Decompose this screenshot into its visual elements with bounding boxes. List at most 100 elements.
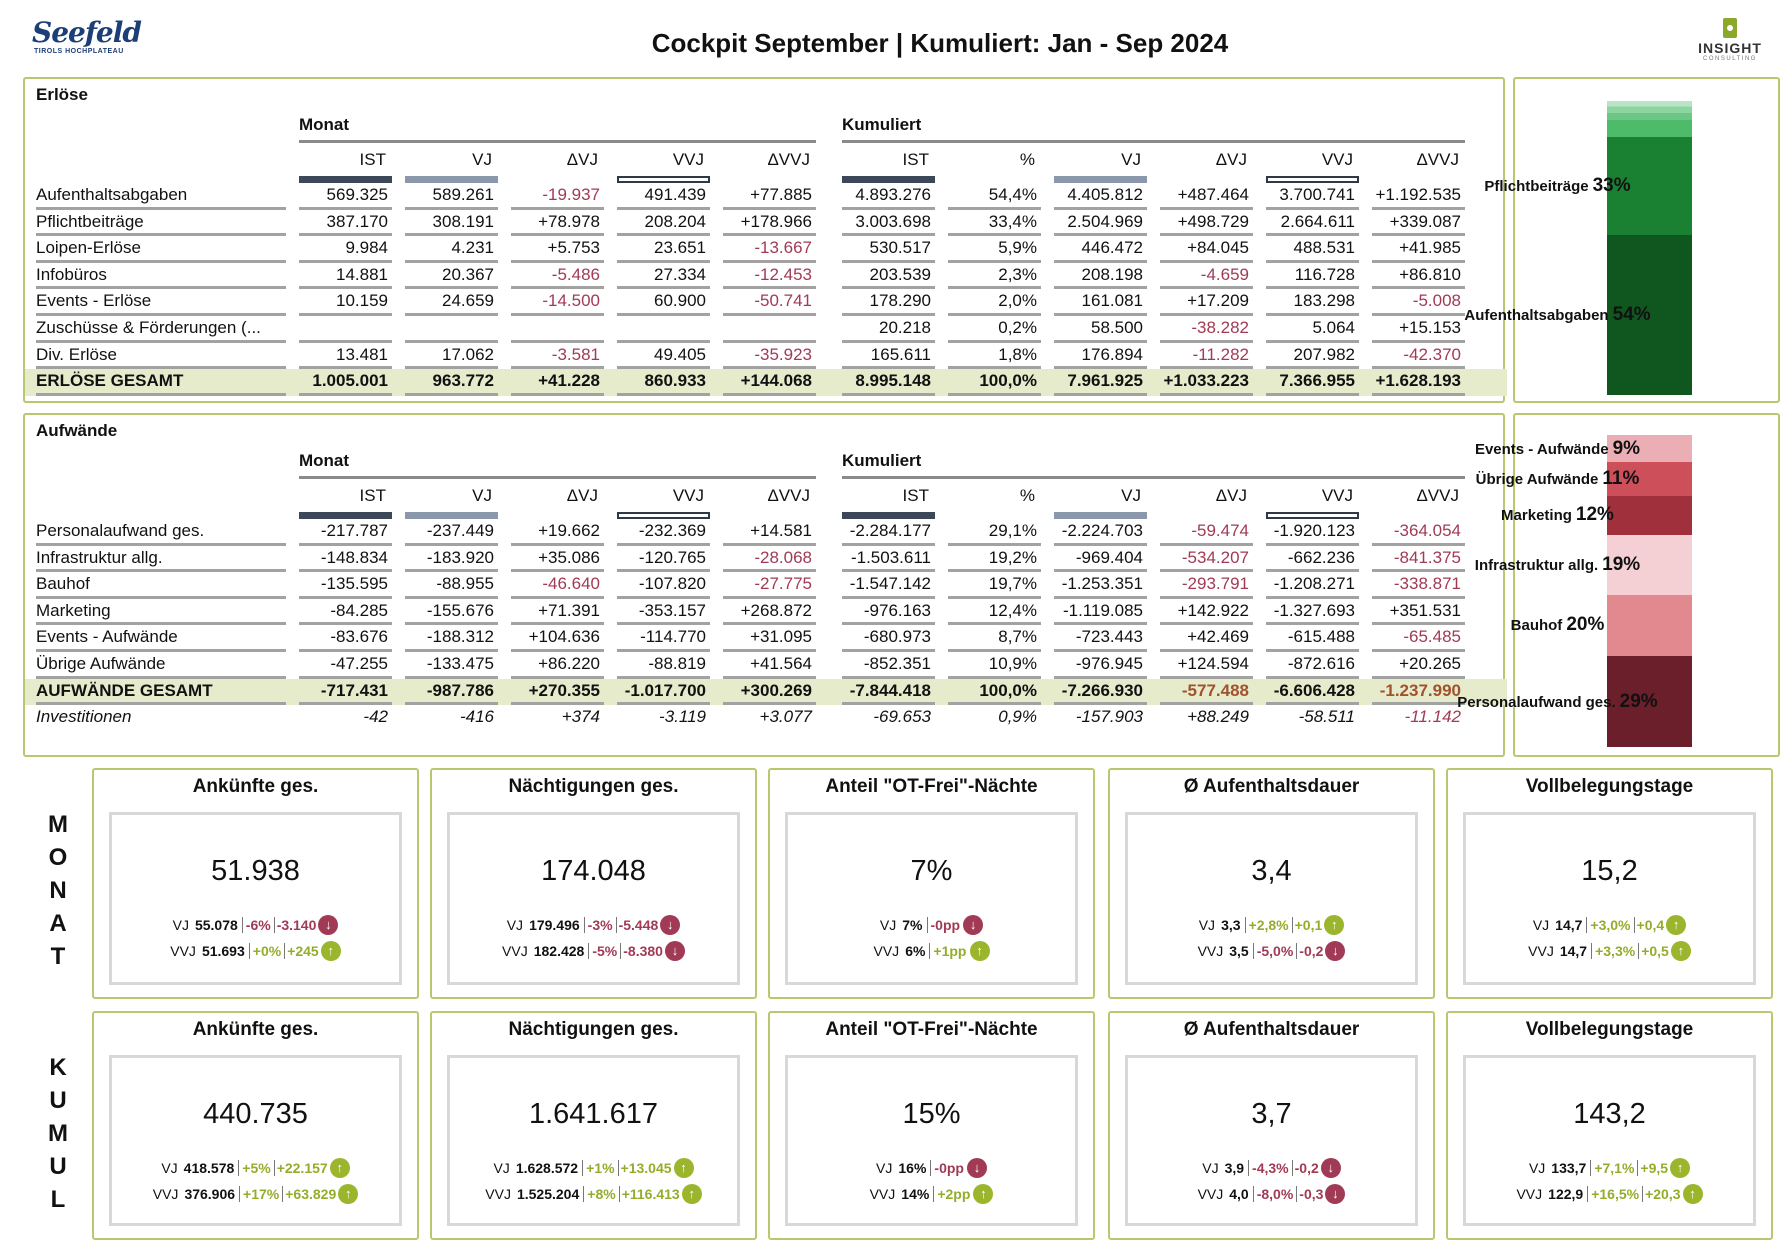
- kpi-comparison: VJ 7% -0pp ↓: [788, 915, 1075, 935]
- cell-monat: +14.581: [723, 519, 816, 546]
- cell-monat: [405, 316, 498, 343]
- comparison-value: 3,3: [1221, 917, 1246, 933]
- cell-kumuliert: 183.298: [1266, 289, 1359, 316]
- kpi-value: 15%: [902, 1098, 961, 1130]
- comparison-label: VJ: [172, 917, 189, 933]
- cell-monat: -5.486: [511, 263, 604, 290]
- arrow-down-icon: ↓: [966, 1158, 987, 1178]
- cell-kumuliert: 203.539: [842, 263, 935, 290]
- table-row: Bauhof -135.595 -88.955 -46.640 -107.820 -27.…: [36, 572, 1506, 599]
- kpi-comparison: VJ 3,3 +2,8% +0,1 ↑: [1128, 915, 1415, 935]
- row-label: Zuschüsse & Förderungen (...: [36, 316, 286, 343]
- cell-monat: +374: [561, 707, 600, 727]
- arrow-up-icon: ↑: [969, 941, 990, 961]
- segment-name: Marketing: [1501, 507, 1572, 525]
- cell-monat: 387.170: [299, 210, 392, 237]
- column-indicator: [1266, 176, 1359, 183]
- cell-kumuliert: 19,7%: [948, 572, 1041, 599]
- cell-monat: -148.834: [299, 546, 392, 573]
- kpi-inner-box: 7% VJ 7% -0pp ↓ VVJ 6% +1pp ↑: [785, 812, 1078, 985]
- cell-monat: -232.369: [617, 519, 710, 546]
- segment-name: Events - Aufwände: [1474, 440, 1609, 458]
- erloese-share-chart: Aufenthaltsabgaben 54% Pflichtbeiträge 33%: [1464, 77, 1780, 403]
- cell-kumuliert: +20.265: [1372, 652, 1465, 679]
- cell-monat: -120.765: [617, 546, 710, 573]
- comparison-label: VVJ: [502, 943, 528, 959]
- cell-kumuliert: 176.894: [1054, 343, 1147, 370]
- comparison-diff: -3.140: [276, 917, 317, 933]
- comparison-label: VVJ: [869, 1186, 896, 1202]
- cell-kumuliert: 4.405.812: [1054, 183, 1147, 210]
- cell-monat: +86.220: [511, 652, 604, 679]
- comparison-percent: +3,0%: [1587, 917, 1635, 933]
- comparison-label: VJ: [1528, 1160, 1546, 1176]
- table-row: Personalaufwand ges. -217.787 -237.449 +19.…: [36, 519, 1506, 546]
- kpi-title: Anteil "OT-Frei"-Nächte: [825, 776, 1038, 797]
- comparison-percent: +1pp: [933, 943, 967, 959]
- cell-kumuliert: 207.982: [1266, 343, 1359, 370]
- cell-kumuliert: -2.284.177: [842, 519, 935, 546]
- kpi-value: 3,4: [1251, 855, 1292, 887]
- logo-subtitle: TIROLS HOCHPLATEAU: [34, 48, 124, 55]
- kpi-value: 174.048: [541, 855, 646, 887]
- kpi-title: Ankünfte ges.: [192, 776, 319, 797]
- cell-monat: +35.086: [511, 546, 604, 573]
- segment-label: Pflichtbeiträge 33%: [1395, 175, 1720, 197]
- data-table: Monat Kumuliert IST VJ ΔVJ VVJ ΔVVJ IST% VJ ΔVJ VV…: [25, 115, 1507, 396]
- kpi-card: Ø Aufenthaltsdauer 3,7 VJ 3,9 -4,3% -0,2 ↓ VVJ 4…: [1108, 1011, 1435, 1240]
- kpi-card: Vollbelegungstage 143,2 VJ 133,7 +7,1% +9,5 ↑ V…: [1446, 1011, 1773, 1240]
- column-indicator-row: [36, 173, 1506, 183]
- bar-segment: [1607, 119, 1692, 137]
- cell-kumuliert: 10,9%: [948, 652, 1041, 679]
- arrow-up-icon: ↑: [1670, 941, 1691, 961]
- bar-segment: [1607, 106, 1692, 107]
- column-header: VJ: [472, 150, 492, 169]
- column-header: VVJ: [1321, 150, 1353, 169]
- cell-monat: -188.312: [405, 625, 498, 652]
- cell-monat: 589.261: [405, 183, 498, 210]
- cell-kumuliert: -1.547.142: [842, 572, 935, 599]
- comparison-diff: +13.045: [620, 1160, 672, 1176]
- column-header: VJ: [1121, 486, 1141, 505]
- segment-name: Übrige Aufwände: [1475, 471, 1599, 489]
- comparison-diff: +22.157: [276, 1160, 328, 1176]
- cell-kumuliert: -2.224.703: [1054, 519, 1147, 546]
- cell-kumuliert: -4.659: [1160, 263, 1253, 290]
- column-header: IST: [359, 150, 386, 169]
- comparison-percent: +16,5%: [1588, 1186, 1644, 1202]
- cell-monat: +41.228: [511, 369, 604, 396]
- bar-segment: [1607, 112, 1692, 120]
- row-label: ERLÖSE GESAMT: [36, 369, 286, 396]
- kpi-inner-box: 440.735 VJ 418.578 +5% +22.157 ↑ VVJ 376.906 +17…: [109, 1055, 402, 1226]
- cell-monat: -114.770: [617, 625, 710, 652]
- cell-kumuliert: 5.064: [1266, 316, 1359, 343]
- row-label: Infobüros: [36, 263, 286, 290]
- cell-kumuliert: 530.517: [842, 236, 935, 263]
- cell-monat: -1.017.700: [617, 679, 710, 706]
- column-header-row: IST VJ ΔVJ VVJ ΔVVJ IST% VJ ΔVJ VVJ ΔVVJ: [36, 479, 1506, 509]
- logo-brand: INSIGHT: [1698, 40, 1762, 56]
- comparison-diff: +63.829: [285, 1186, 337, 1202]
- cell-monat: [511, 316, 604, 343]
- kpi-comparison: VVJ 6% +1pp ↑: [788, 941, 1075, 961]
- comparison-value: 4,0: [1229, 1186, 1254, 1202]
- cell-monat: 208.204: [617, 210, 710, 237]
- cell-kumuliert: -577.488: [1160, 679, 1253, 706]
- arrow-up-icon: ↑: [338, 1184, 359, 1204]
- kpi-title: Ø Aufenthaltsdauer: [1183, 776, 1360, 797]
- cell-kumuliert: +487.464: [1160, 183, 1253, 210]
- comparison-label: VVJ: [1197, 1186, 1224, 1202]
- data-table: Monat Kumuliert IST VJ ΔVJ VVJ ΔVVJ IST% VJ ΔVJ VV…: [25, 451, 1507, 732]
- kpi-comparison: VJ 133,7 +7,1% +9,5 ↑: [1466, 1158, 1753, 1178]
- cell-monat: -107.820: [617, 572, 710, 599]
- row-label: Aufenthaltsabgaben: [36, 183, 286, 210]
- comparison-value: 14,7: [1555, 917, 1588, 933]
- column-header: ΔVJ: [566, 486, 598, 505]
- comparison-diff: +9,5: [1640, 1160, 1669, 1176]
